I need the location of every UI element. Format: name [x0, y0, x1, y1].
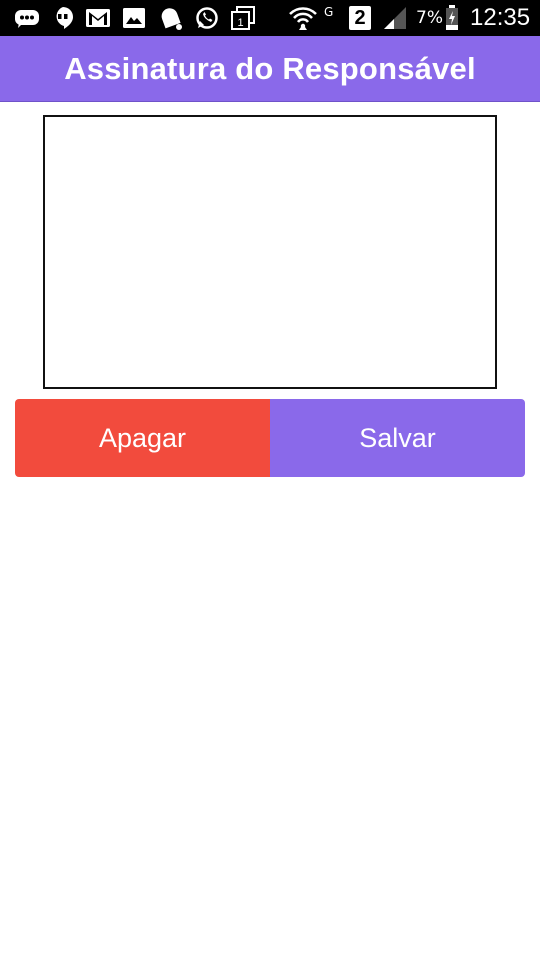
status-bar: 1 G 2 7% 12:35 — [0, 0, 540, 36]
notification-bell-icon — [156, 6, 186, 30]
calendar-icon: 1 — [230, 6, 256, 30]
gmail-icon — [84, 6, 112, 30]
battery-icon — [444, 5, 460, 30]
sim-number: 2 — [354, 6, 366, 29]
gallery-icon — [120, 6, 148, 30]
save-button[interactable]: Salvar — [270, 399, 525, 477]
app-bar: Assinatura do Responsável — [0, 36, 540, 102]
page-title: Assinatura do Responsável — [64, 50, 476, 86]
network-type-label: G — [324, 5, 334, 19]
signature-pad[interactable] — [43, 115, 497, 389]
clock: 12:35 — [470, 4, 531, 31]
wifi-icon — [288, 6, 318, 30]
whatsapp-icon — [194, 6, 220, 30]
sim-2-icon: 2 — [348, 6, 372, 30]
clear-button[interactable]: Apagar — [15, 399, 270, 477]
battery-percent: 7% — [416, 8, 443, 28]
action-buttons: Apagar Salvar — [15, 399, 525, 477]
chat-bubbles-icon — [12, 6, 42, 30]
hangouts-icon — [50, 6, 76, 30]
svg-text:1: 1 — [237, 17, 243, 29]
signal-icon — [382, 6, 408, 30]
